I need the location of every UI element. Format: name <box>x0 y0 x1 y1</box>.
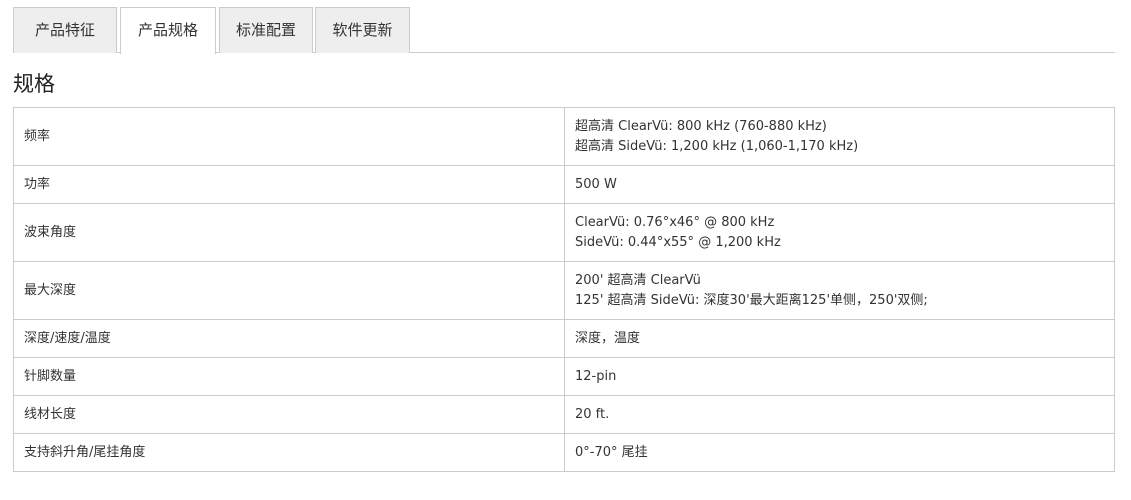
table-row: 功率 500 W <box>13 165 1115 204</box>
spec-value: 20 ft. <box>564 395 1115 434</box>
spec-label: 频率 <box>13 107 565 166</box>
spec-value-line: 200' 超高清 ClearVü <box>575 272 701 288</box>
table-row: 支持斜升角/尾挂角度 0°-70° 尾挂 <box>13 433 1115 472</box>
spec-value: ClearVü: 0.76°x46° @ 800 kHz SideVü: 0.4… <box>564 203 1115 262</box>
spec-value: 500 W <box>564 165 1115 204</box>
spec-value-line: 125' 超高清 SideVü: 深度30'最大距离125'单侧，250'双侧; <box>575 292 928 308</box>
spec-label: 支持斜升角/尾挂角度 <box>13 433 565 472</box>
spec-value: 深度，温度 <box>564 319 1115 358</box>
spec-value-line: 20 ft. <box>575 406 610 422</box>
table-row: 线材长度 20 ft. <box>13 395 1115 434</box>
spec-value: 超高清 ClearVü: 800 kHz (760-880 kHz) 超高清 S… <box>564 107 1115 166</box>
table-row: 波束角度 ClearVü: 0.76°x46° @ 800 kHz SideVü… <box>13 203 1115 262</box>
spec-value-line: 超高清 SideVü: 1,200 kHz (1,060-1,170 kHz) <box>575 138 859 154</box>
section-title: 规格 <box>13 72 55 96</box>
spec-value: 0°-70° 尾挂 <box>564 433 1115 472</box>
spec-value-line: SideVü: 0.44°x55° @ 1,200 kHz <box>575 234 781 250</box>
tab-software-updates[interactable]: 软件更新 <box>315 7 410 53</box>
spec-value-line: 500 W <box>575 176 617 192</box>
tab-standard-config[interactable]: 标准配置 <box>219 7 313 53</box>
tab-product-features[interactable]: 产品特征 <box>13 7 117 53</box>
spec-value: 200' 超高清 ClearVü 125' 超高清 SideVü: 深度30'最… <box>564 261 1115 320</box>
spec-label: 针脚数量 <box>13 357 565 396</box>
spec-label: 线材长度 <box>13 395 565 434</box>
spec-value-line: 0°-70° 尾挂 <box>575 444 648 460</box>
spec-value-line: 深度，温度 <box>575 330 641 346</box>
table-row: 最大深度 200' 超高清 ClearVü 125' 超高清 SideVü: 深… <box>13 261 1115 320</box>
spec-value: 12-pin <box>564 357 1115 396</box>
spec-value-line: 超高清 ClearVü: 800 kHz (760-880 kHz) <box>575 118 827 134</box>
tab-product-specs[interactable]: 产品规格 <box>120 7 216 54</box>
table-row: 深度/速度/温度 深度，温度 <box>13 319 1115 358</box>
spec-label: 最大深度 <box>13 261 565 320</box>
table-row: 频率 超高清 ClearVü: 800 kHz (760-880 kHz) 超高… <box>13 107 1115 166</box>
tab-bar: 产品特征 产品规格 标准配置 软件更新 <box>13 7 1115 54</box>
spec-label: 波束角度 <box>13 203 565 262</box>
specs-table: 频率 超高清 ClearVü: 800 kHz (760-880 kHz) 超高… <box>13 107 1115 472</box>
table-row: 针脚数量 12-pin <box>13 357 1115 396</box>
spec-label: 深度/速度/温度 <box>13 319 565 358</box>
spec-label: 功率 <box>13 165 565 204</box>
spec-value-line: 12-pin <box>575 368 617 384</box>
spec-value-line: ClearVü: 0.76°x46° @ 800 kHz <box>575 214 775 230</box>
